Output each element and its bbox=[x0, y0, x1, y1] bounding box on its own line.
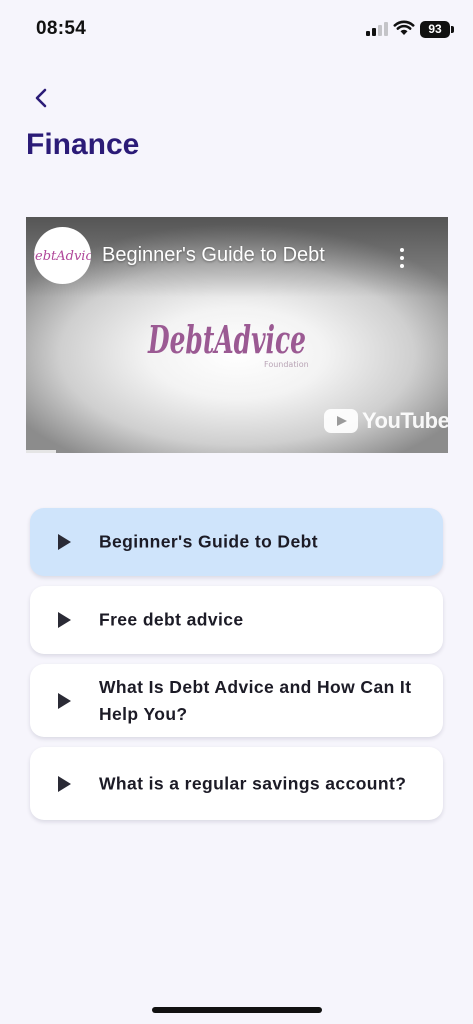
list-item[interactable]: Beginner's Guide to Debt bbox=[30, 508, 443, 576]
channel-logo: DebtAdvice bbox=[34, 249, 91, 264]
play-icon bbox=[58, 612, 71, 628]
battery-level: 93 bbox=[428, 22, 442, 36]
list-item-label: Beginner's Guide to Debt bbox=[99, 531, 318, 552]
list-item-label: Free debt advice bbox=[99, 609, 244, 630]
battery-cap bbox=[451, 26, 454, 33]
video-title[interactable]: Beginner's Guide to Debt bbox=[102, 244, 325, 267]
list-item[interactable]: What is a regular savings account? bbox=[30, 747, 443, 820]
list-item[interactable]: What Is Debt Advice and How Can It Help … bbox=[30, 664, 443, 737]
youtube-badge[interactable]: YouTube bbox=[324, 407, 448, 435]
page-title: Finance bbox=[26, 128, 140, 161]
video-logo-text: DebtAdvice bbox=[147, 317, 306, 362]
chevron-left-icon bbox=[35, 88, 47, 108]
play-icon bbox=[58, 775, 71, 792]
youtube-play-icon bbox=[324, 409, 358, 433]
home-indicator[interactable] bbox=[152, 1007, 322, 1013]
wifi-icon bbox=[393, 20, 415, 35]
debt-advice-logo: DebtAdvice Foundation bbox=[147, 317, 309, 369]
list-item-label: What is a regular savings account? bbox=[99, 773, 407, 793]
video-progress-bar bbox=[26, 450, 56, 453]
channel-avatar[interactable]: DebtAdvice bbox=[34, 227, 91, 284]
battery-icon: 93 bbox=[420, 21, 450, 38]
cellular-signal-icon bbox=[366, 22, 388, 36]
back-button[interactable] bbox=[26, 82, 58, 114]
video-player[interactable]: DebtAdvice Beginner's Guide to Debt Debt… bbox=[26, 217, 448, 453]
channel-logo-text: DebtAdvice bbox=[34, 249, 91, 264]
video-more-options-icon[interactable] bbox=[394, 245, 410, 271]
list-item-label: What Is Debt Advice and How Can It Help … bbox=[99, 676, 412, 724]
youtube-text: YouTube bbox=[362, 408, 448, 433]
list-item[interactable]: Free debt advice bbox=[30, 586, 443, 654]
play-icon bbox=[58, 534, 71, 550]
status-time: 08:54 bbox=[36, 18, 87, 39]
play-icon bbox=[58, 692, 71, 709]
video-list: Beginner's Guide to Debt Free debt advic… bbox=[30, 508, 443, 830]
video-logo-subtext: Foundation bbox=[264, 360, 309, 369]
status-bar: 08:54 93 bbox=[0, 0, 473, 58]
